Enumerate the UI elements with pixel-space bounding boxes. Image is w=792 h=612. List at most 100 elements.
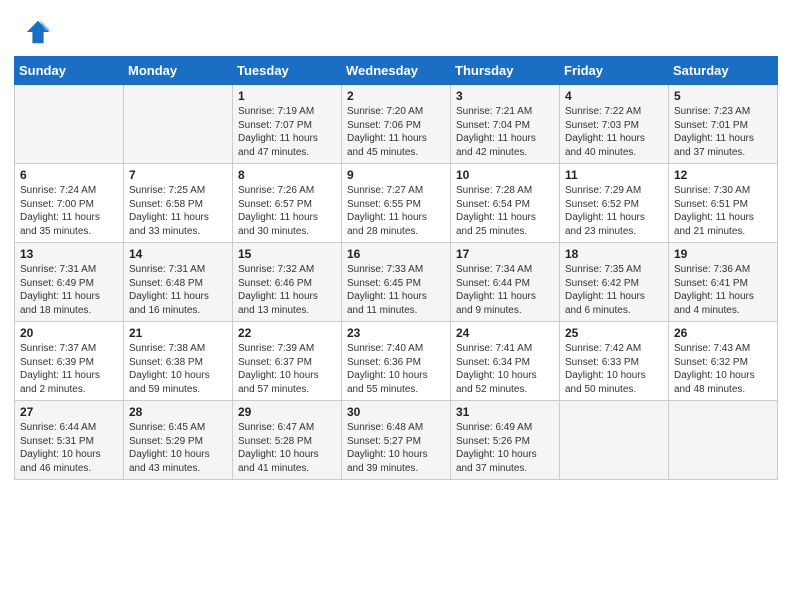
day-info: Sunrise: 7:31 AMSunset: 6:49 PMDaylight:… xyxy=(20,263,118,317)
day-info: Sunrise: 7:32 AMSunset: 6:46 PMDaylight:… xyxy=(238,263,336,317)
day-number: 11 xyxy=(565,168,663,182)
day-info: Sunrise: 7:35 AMSunset: 6:42 PMDaylight:… xyxy=(565,263,663,317)
day-info: Sunrise: 7:25 AMSunset: 6:58 PMDaylight:… xyxy=(129,184,227,238)
day-info: Sunrise: 7:39 AMSunset: 6:37 PMDaylight:… xyxy=(238,342,336,396)
weekday-header: Saturday xyxy=(669,57,778,85)
calendar-cell: 25Sunrise: 7:42 AMSunset: 6:33 PMDayligh… xyxy=(560,322,669,401)
day-info: Sunrise: 7:23 AMSunset: 7:01 PMDaylight:… xyxy=(674,105,772,159)
day-info: Sunrise: 7:31 AMSunset: 6:48 PMDaylight:… xyxy=(129,263,227,317)
day-number: 30 xyxy=(347,405,445,419)
day-info: Sunrise: 7:40 AMSunset: 6:36 PMDaylight:… xyxy=(347,342,445,396)
calendar-cell xyxy=(124,85,233,164)
day-number: 12 xyxy=(674,168,772,182)
calendar-cell: 2 Sunrise: 7:20 AMSunset: 7:06 PMDaylight… xyxy=(342,85,451,164)
day-info: Sunrise: 6:48 AMSunset: 5:27 PMDaylight:… xyxy=(347,421,445,475)
day-number: 31 xyxy=(456,405,554,419)
day-info: Sunrise: 7:26 AMSunset: 6:57 PMDaylight:… xyxy=(238,184,336,238)
day-info: Sunrise: 7:22 AMSunset: 7:03 PMDaylight:… xyxy=(565,105,663,159)
day-number: 29 xyxy=(238,405,336,419)
day-number: 8 xyxy=(238,168,336,182)
logo-icon xyxy=(24,18,52,46)
day-number: 1 xyxy=(238,89,336,103)
calendar-cell: 28 Sunrise: 6:45 AMSunset: 5:29 PMDayligh… xyxy=(124,401,233,480)
day-info: Sunrise: 7:38 AMSunset: 6:38 PMDaylight:… xyxy=(129,342,227,396)
calendar-week-row: 27Sunrise: 6:44 AMSunset: 5:31 PMDayligh… xyxy=(15,401,778,480)
day-number: 26 xyxy=(674,326,772,340)
day-number: 3 xyxy=(456,89,554,103)
calendar-cell: 16 Sunrise: 7:33 AMSunset: 6:45 PMDayligh… xyxy=(342,243,451,322)
day-number: 28 xyxy=(129,405,227,419)
calendar-wrapper: SundayMondayTuesdayWednesdayThursdayFrid… xyxy=(0,56,792,490)
calendar-table: SundayMondayTuesdayWednesdayThursdayFrid… xyxy=(14,56,778,480)
calendar-cell: 21 Sunrise: 7:38 AMSunset: 6:38 PMDayligh… xyxy=(124,322,233,401)
calendar-week-row: 6 Sunrise: 7:24 AMSunset: 7:00 PMDaylight… xyxy=(15,164,778,243)
day-info: Sunrise: 7:21 AMSunset: 7:04 PMDaylight:… xyxy=(456,105,554,159)
day-number: 2 xyxy=(347,89,445,103)
calendar-cell: 12 Sunrise: 7:30 AMSunset: 6:51 PMDayligh… xyxy=(669,164,778,243)
day-info: Sunrise: 6:47 AMSunset: 5:28 PMDaylight:… xyxy=(238,421,336,475)
day-info: Sunrise: 7:43 AMSunset: 6:32 PMDaylight:… xyxy=(674,342,772,396)
calendar-cell: 31 Sunrise: 6:49 AMSunset: 5:26 PMDayligh… xyxy=(451,401,560,480)
calendar-week-row: 20Sunrise: 7:37 AMSunset: 6:39 PMDayligh… xyxy=(15,322,778,401)
calendar-cell: 1 Sunrise: 7:19 AMSunset: 7:07 PMDaylight… xyxy=(233,85,342,164)
weekday-header: Tuesday xyxy=(233,57,342,85)
calendar-cell: 26 Sunrise: 7:43 AMSunset: 6:32 PMDayligh… xyxy=(669,322,778,401)
day-info: Sunrise: 7:37 AMSunset: 6:39 PMDaylight:… xyxy=(20,342,118,396)
day-info: Sunrise: 7:27 AMSunset: 6:55 PMDaylight:… xyxy=(347,184,445,238)
calendar-cell: 23 Sunrise: 7:40 AMSunset: 6:36 PMDayligh… xyxy=(342,322,451,401)
calendar-cell: 30 Sunrise: 6:48 AMSunset: 5:27 PMDayligh… xyxy=(342,401,451,480)
day-info: Sunrise: 6:44 AMSunset: 5:31 PMDaylight:… xyxy=(20,421,118,475)
day-number: 24 xyxy=(456,326,554,340)
logo xyxy=(24,18,56,46)
calendar-cell xyxy=(560,401,669,480)
day-info: Sunrise: 7:30 AMSunset: 6:51 PMDaylight:… xyxy=(674,184,772,238)
day-info: Sunrise: 7:28 AMSunset: 6:54 PMDaylight:… xyxy=(456,184,554,238)
calendar-cell: 15 Sunrise: 7:32 AMSunset: 6:46 PMDayligh… xyxy=(233,243,342,322)
day-info: Sunrise: 7:33 AMSunset: 6:45 PMDaylight:… xyxy=(347,263,445,317)
calendar-body: 1 Sunrise: 7:19 AMSunset: 7:07 PMDaylight… xyxy=(15,85,778,480)
day-number: 16 xyxy=(347,247,445,261)
calendar-cell: 3 Sunrise: 7:21 AMSunset: 7:04 PMDaylight… xyxy=(451,85,560,164)
weekday-header: Sunday xyxy=(15,57,124,85)
weekday-header: Monday xyxy=(124,57,233,85)
calendar-cell: 11Sunrise: 7:29 AMSunset: 6:52 PMDayligh… xyxy=(560,164,669,243)
day-number: 5 xyxy=(674,89,772,103)
day-number: 21 xyxy=(129,326,227,340)
day-number: 7 xyxy=(129,168,227,182)
day-info: Sunrise: 7:36 AMSunset: 6:41 PMDaylight:… xyxy=(674,263,772,317)
calendar-cell: 10 Sunrise: 7:28 AMSunset: 6:54 PMDayligh… xyxy=(451,164,560,243)
day-info: Sunrise: 6:49 AMSunset: 5:26 PMDaylight:… xyxy=(456,421,554,475)
day-number: 4 xyxy=(565,89,663,103)
calendar-cell: 29 Sunrise: 6:47 AMSunset: 5:28 PMDayligh… xyxy=(233,401,342,480)
calendar-cell xyxy=(15,85,124,164)
day-info: Sunrise: 7:24 AMSunset: 7:00 PMDaylight:… xyxy=(20,184,118,238)
calendar-cell: 14Sunrise: 7:31 AMSunset: 6:48 PMDayligh… xyxy=(124,243,233,322)
day-info: Sunrise: 7:19 AMSunset: 7:07 PMDaylight:… xyxy=(238,105,336,159)
day-number: 6 xyxy=(20,168,118,182)
calendar-cell: 20Sunrise: 7:37 AMSunset: 6:39 PMDayligh… xyxy=(15,322,124,401)
day-info: Sunrise: 7:20 AMSunset: 7:06 PMDaylight:… xyxy=(347,105,445,159)
calendar-week-row: 13Sunrise: 7:31 AMSunset: 6:49 PMDayligh… xyxy=(15,243,778,322)
calendar-cell: 13Sunrise: 7:31 AMSunset: 6:49 PMDayligh… xyxy=(15,243,124,322)
calendar-cell: 22 Sunrise: 7:39 AMSunset: 6:37 PMDayligh… xyxy=(233,322,342,401)
calendar-cell: 9 Sunrise: 7:27 AMSunset: 6:55 PMDaylight… xyxy=(342,164,451,243)
day-info: Sunrise: 6:45 AMSunset: 5:29 PMDaylight:… xyxy=(129,421,227,475)
calendar-cell: 6 Sunrise: 7:24 AMSunset: 7:00 PMDaylight… xyxy=(15,164,124,243)
day-number: 25 xyxy=(565,326,663,340)
calendar-cell: 7 Sunrise: 7:25 AMSunset: 6:58 PMDaylight… xyxy=(124,164,233,243)
day-number: 18 xyxy=(565,247,663,261)
calendar-cell: 27Sunrise: 6:44 AMSunset: 5:31 PMDayligh… xyxy=(15,401,124,480)
day-number: 9 xyxy=(347,168,445,182)
calendar-cell: 17Sunrise: 7:34 AMSunset: 6:44 PMDayligh… xyxy=(451,243,560,322)
weekday-header: Friday xyxy=(560,57,669,85)
calendar-cell: 8 Sunrise: 7:26 AMSunset: 6:57 PMDaylight… xyxy=(233,164,342,243)
day-number: 23 xyxy=(347,326,445,340)
day-number: 15 xyxy=(238,247,336,261)
day-number: 10 xyxy=(456,168,554,182)
page-header xyxy=(0,0,792,56)
day-number: 19 xyxy=(674,247,772,261)
calendar-cell: 5 Sunrise: 7:23 AMSunset: 7:01 PMDaylight… xyxy=(669,85,778,164)
calendar-cell xyxy=(669,401,778,480)
calendar-cell: 19 Sunrise: 7:36 AMSunset: 6:41 PMDayligh… xyxy=(669,243,778,322)
day-number: 22 xyxy=(238,326,336,340)
